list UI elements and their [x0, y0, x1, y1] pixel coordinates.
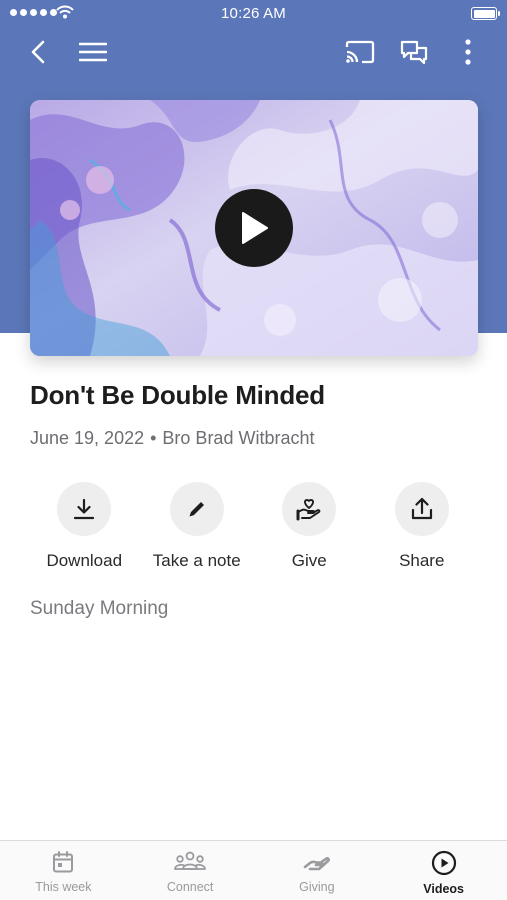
download-circle	[57, 482, 112, 536]
action-row: Download Take a note Give Share	[28, 482, 478, 571]
status-time: 10:26 AM	[221, 5, 286, 22]
chat-button[interactable]	[392, 30, 436, 74]
menu-icon	[79, 42, 107, 62]
menu-button[interactable]	[71, 30, 115, 74]
sermon-meta: June 19, 2022 • Bro Brad Witbracht	[30, 428, 314, 449]
take-note-label: Take a note	[152, 551, 241, 570]
sermon-speaker: Bro Brad Witbracht	[162, 428, 315, 448]
tab-connect[interactable]: Connect	[127, 841, 254, 900]
cast-button[interactable]	[338, 30, 382, 74]
video-player[interactable]	[30, 100, 478, 356]
sermon-series: Sunday Morning	[30, 598, 169, 619]
download-icon	[74, 498, 95, 520]
pencil-icon	[189, 502, 204, 517]
take-note-button[interactable]: Take a note	[141, 482, 254, 571]
share-label: Share	[399, 551, 445, 570]
status-bar: 10:26 AM	[0, 0, 507, 28]
tab-videos[interactable]: Videos	[380, 841, 507, 900]
people-icon	[174, 851, 207, 870]
more-vertical-icon	[465, 39, 471, 65]
play-circle-icon	[431, 850, 456, 876]
battery-icon	[471, 7, 500, 20]
take-note-circle	[169, 482, 224, 536]
tab-bar: This week Connect Giving Videos	[0, 840, 507, 900]
tab-giving[interactable]: Giving	[254, 841, 381, 900]
sermon-date: June 19, 2022	[30, 428, 145, 448]
meta-separator: •	[150, 428, 157, 448]
tab-connect-label: Connect	[166, 880, 214, 894]
give-button[interactable]: Give	[253, 482, 366, 571]
chat-icon	[400, 40, 428, 64]
download-label: Download	[46, 551, 123, 570]
give-heart-hand-icon	[296, 499, 321, 521]
share-circle	[394, 482, 449, 536]
share-icon	[411, 497, 432, 520]
share-button[interactable]: Share	[366, 482, 479, 571]
tab-this-week[interactable]: This week	[0, 841, 127, 900]
more-options-button[interactable]	[446, 30, 490, 74]
calendar-icon	[53, 851, 74, 873]
cast-icon	[345, 40, 375, 64]
back-chevron-icon	[31, 40, 45, 64]
play-icon	[242, 212, 268, 244]
tab-giving-label: Giving	[299, 880, 335, 894]
give-label: Give	[291, 551, 327, 570]
give-circle	[282, 482, 337, 536]
sermon-title: Don't Be Double Minded	[30, 380, 325, 410]
giving-hand-icon	[303, 857, 330, 871]
back-button[interactable]	[16, 30, 60, 74]
tab-this-week-label: This week	[35, 880, 92, 894]
nav-bar	[0, 30, 507, 76]
tab-videos-label: Videos	[423, 882, 464, 896]
play-button[interactable]	[215, 189, 293, 267]
download-button[interactable]: Download	[28, 482, 141, 571]
